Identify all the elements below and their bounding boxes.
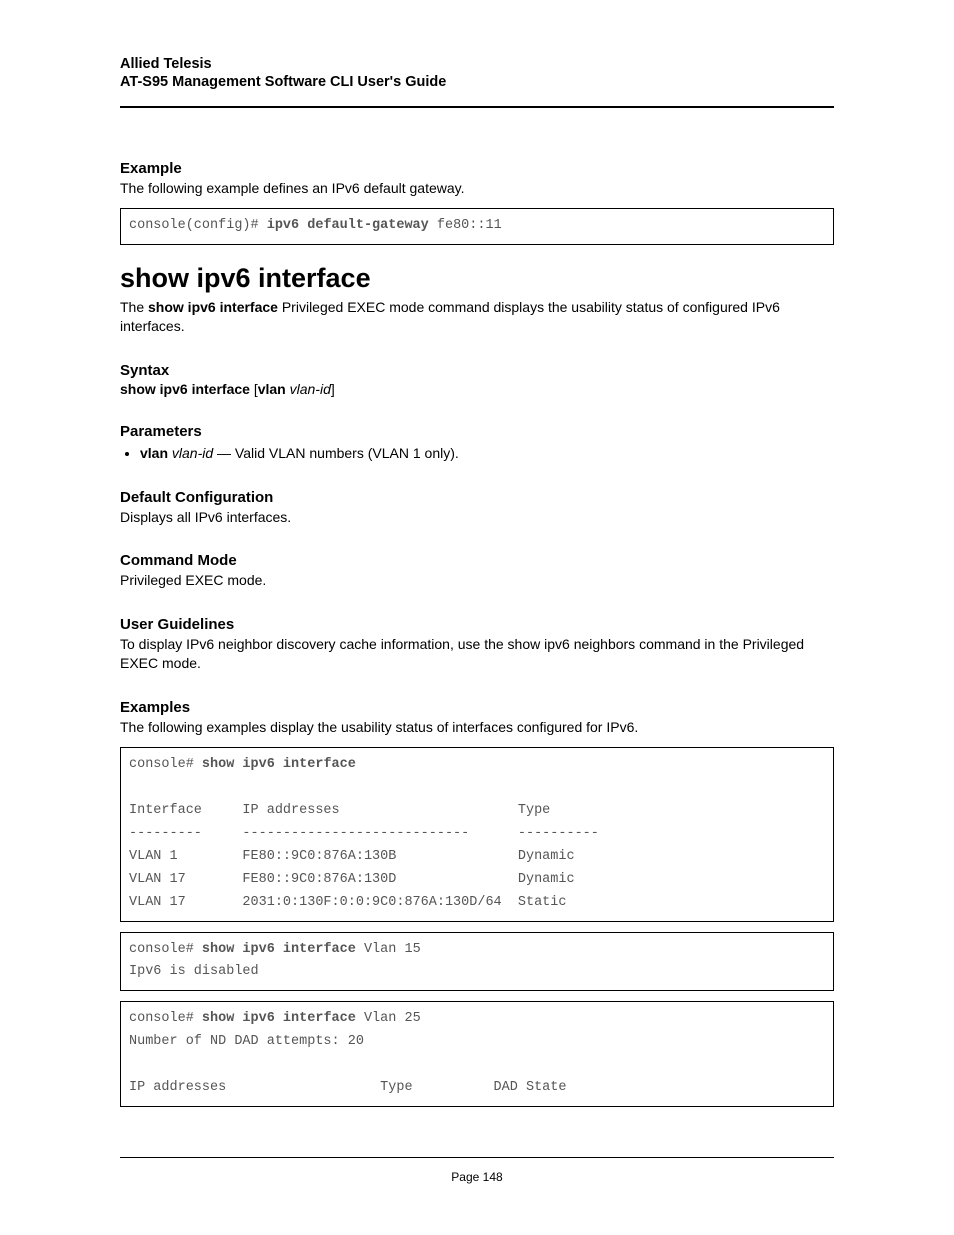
cb2-suffix: Vlan 15	[356, 942, 421, 957]
cb3-header: IP addresses Type DAD State	[129, 1080, 566, 1095]
cb3-prompt: console#	[129, 1011, 202, 1026]
user-guidelines-heading: User Guidelines	[120, 616, 834, 633]
examples-text: The following examples display the usabi…	[120, 718, 834, 737]
default-config-text: Displays all IPv6 interfaces.	[120, 508, 834, 527]
command-title: show ipv6 interface	[120, 263, 834, 294]
examples-heading: Examples	[120, 699, 834, 716]
parameters-list: vlan vlan-id — Valid VLAN numbers (VLAN …	[120, 444, 834, 463]
example-heading: Example	[120, 160, 834, 177]
examples-codebox-2: console# show ipv6 interface Vlan 15 Ipv…	[120, 932, 834, 992]
syntax-cmd: show ipv6 interface	[120, 381, 250, 397]
code-command: ipv6 default-gateway	[267, 218, 429, 233]
examples-codebox-3: console# show ipv6 interface Vlan 25 Num…	[120, 1001, 834, 1107]
cb2-cmd: show ipv6 interface	[202, 942, 356, 957]
header-company: Allied Telesis	[120, 56, 834, 72]
cb2-prompt: console#	[129, 942, 202, 957]
cb1-prompt: console#	[129, 757, 202, 772]
header-guide: AT-S95 Management Software CLI User's Gu…	[120, 74, 834, 90]
cb3-cmd: show ipv6 interface	[202, 1011, 356, 1026]
parameter-item: vlan vlan-id — Valid VLAN numbers (VLAN …	[140, 444, 834, 463]
cb1-row2: VLAN 17 FE80::9C0:876A:130D Dynamic	[129, 872, 575, 887]
footer-rule	[120, 1157, 834, 1158]
cb1-row3: VLAN 17 2031:0:130F:0:0:9C0:876A:130D/64…	[129, 895, 566, 910]
desc-bold: show ipv6 interface	[148, 299, 278, 315]
command-mode-heading: Command Mode	[120, 552, 834, 569]
code-prompt: console(config)#	[129, 218, 267, 233]
page-container: Allied Telesis AT-S95 Management Softwar…	[0, 0, 954, 1235]
cb3-line2: Number of ND DAD attempts: 20	[129, 1034, 364, 1049]
user-guidelines-text: To display IPv6 neighbor discovery cache…	[120, 635, 834, 673]
default-config-heading: Default Configuration	[120, 489, 834, 506]
cb1-header: Interface IP addresses Type	[129, 803, 550, 818]
cb2-line2: Ipv6 is disabled	[129, 964, 259, 979]
command-description: The show ipv6 interface Privileged EXEC …	[120, 298, 834, 336]
cb3-suffix: Vlan 25	[356, 1011, 421, 1026]
desc-pre: The	[120, 299, 148, 315]
syntax-heading: Syntax	[120, 362, 834, 379]
syntax-vlan: vlan	[258, 381, 286, 397]
example-codebox: console(config)# ipv6 default-gateway fe…	[120, 208, 834, 245]
syntax-bracket-close: ]	[331, 381, 335, 397]
param-rest: — Valid VLAN numbers (VLAN 1 only).	[213, 445, 459, 461]
cb1-row1: VLAN 1 FE80::9C0:876A:130B Dynamic	[129, 849, 575, 864]
cb1-cmd: show ipv6 interface	[202, 757, 356, 772]
cb1-divider: --------- ---------------------------- -…	[129, 826, 599, 841]
ug-pre: To display IPv6 neighbor discovery cache…	[120, 636, 508, 652]
example-text: The following example defines an IPv6 de…	[120, 179, 834, 198]
syntax-vlanid: vlan-id	[290, 381, 331, 397]
param-italic: vlan-id	[172, 445, 213, 461]
examples-codebox-1: console# show ipv6 interface Interface I…	[120, 747, 834, 922]
command-mode-text: Privileged EXEC mode.	[120, 571, 834, 590]
header-rule	[120, 106, 834, 108]
code-arg: fe80::11	[429, 218, 502, 233]
syntax-line: show ipv6 interface [vlan vlan-id]	[120, 381, 834, 397]
syntax-bracket-open: [	[250, 381, 258, 397]
param-bold: vlan	[140, 445, 168, 461]
page-number: Page 148	[120, 1170, 834, 1184]
parameters-heading: Parameters	[120, 423, 834, 440]
ug-bold: show ipv6 neighbors	[508, 636, 636, 652]
